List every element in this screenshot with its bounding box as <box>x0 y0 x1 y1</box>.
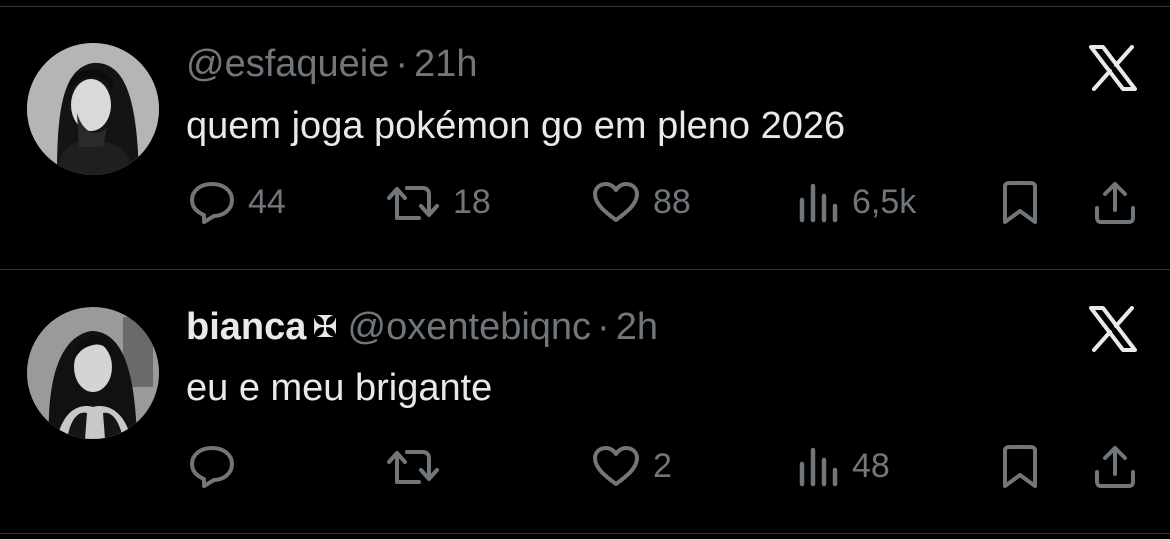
views-button[interactable]: 48 <box>796 444 890 488</box>
view-count: 6,5k <box>852 182 917 221</box>
share-icon <box>1095 446 1135 488</box>
tweet[interactable]: @esfaqueie · 21h quem joga pokémon go em… <box>0 7 1170 269</box>
share-button[interactable] <box>1093 444 1137 490</box>
like-button[interactable]: 88 <box>591 180 691 224</box>
retweet-count: 18 <box>453 182 491 221</box>
bookmark-button[interactable] <box>999 444 1041 490</box>
like-count: 88 <box>653 182 691 221</box>
bookmark-icon <box>1003 181 1037 224</box>
views-icon <box>799 447 838 487</box>
avatar[interactable] <box>27 307 159 439</box>
view-count: 48 <box>852 446 890 485</box>
bookmark-button[interactable] <box>999 180 1041 226</box>
retweet-icon <box>387 450 439 484</box>
bookmark-icon <box>1003 445 1037 488</box>
like-icon <box>593 182 639 222</box>
x-logo-icon <box>1088 306 1138 352</box>
separator-dot: · <box>597 305 610 348</box>
like-count: 2 <box>653 446 672 485</box>
bottom-divider <box>0 533 1170 534</box>
reply-button[interactable] <box>188 444 248 488</box>
user-handle[interactable]: @esfaqueie <box>186 43 389 86</box>
retweet-button[interactable] <box>385 444 453 488</box>
like-icon <box>593 446 639 486</box>
tweet-header: @esfaqueie · 21h <box>186 42 477 86</box>
views-button[interactable]: 6,5k <box>796 180 916 224</box>
tweet-text: quem joga pokémon go em pleno 2026 <box>186 105 846 147</box>
display-name[interactable]: bianca <box>186 306 306 349</box>
like-button[interactable]: 2 <box>591 444 672 488</box>
tweet-text: eu e meu brigante <box>186 367 493 409</box>
reply-count: 44 <box>248 182 286 221</box>
timestamp[interactable]: 2h <box>616 306 658 349</box>
reply-icon <box>190 446 234 488</box>
retweet-icon <box>387 186 439 220</box>
views-icon <box>799 183 838 223</box>
retweet-button[interactable]: 18 <box>385 180 491 224</box>
reply-button[interactable]: 44 <box>188 180 286 224</box>
avatar[interactable] <box>27 43 159 175</box>
tweet-header: bianca ✠ @oxentebiqnc · 2h <box>186 305 658 349</box>
reply-icon <box>190 182 234 224</box>
timestamp[interactable]: 21h <box>414 43 477 86</box>
cross-badge: ✠ <box>312 310 338 344</box>
user-handle[interactable]: @oxentebiqnc <box>348 306 592 349</box>
x-logo-icon <box>1088 45 1138 91</box>
separator-dot: · <box>395 42 409 85</box>
share-icon <box>1095 182 1135 224</box>
share-button[interactable] <box>1093 180 1137 226</box>
tweet[interactable]: bianca ✠ @oxentebiqnc · 2h eu e meu brig… <box>0 270 1170 532</box>
